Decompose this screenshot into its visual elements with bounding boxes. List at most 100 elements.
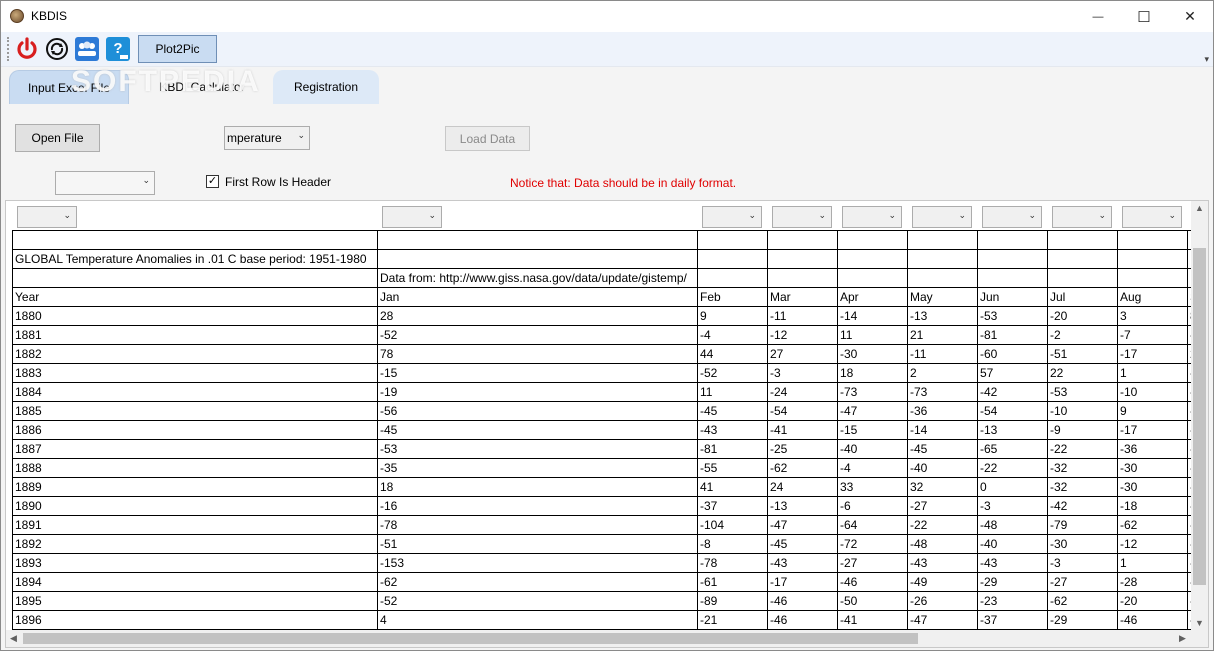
table-cell[interactable]: -55 bbox=[697, 458, 768, 478]
table-cell[interactable] bbox=[837, 268, 908, 288]
table-cell[interactable]: -30 bbox=[1117, 477, 1188, 497]
table-cell[interactable]: -3 bbox=[767, 363, 838, 383]
table-cell[interactable]: -20 bbox=[1117, 591, 1188, 611]
table-cell[interactable] bbox=[697, 249, 768, 269]
table-cell[interactable]: 44 bbox=[697, 344, 768, 364]
table-cell[interactable]: Year bbox=[12, 287, 378, 307]
table-cell[interactable]: -8 bbox=[697, 534, 768, 554]
toolbar-grip-icon[interactable] bbox=[7, 37, 11, 61]
table-cell[interactable]: 1887 bbox=[12, 439, 378, 459]
table-cell[interactable] bbox=[377, 230, 698, 250]
horizontal-scrollbar[interactable]: ◀ ▶ bbox=[6, 630, 1208, 647]
table-cell[interactable]: -17 bbox=[1117, 344, 1188, 364]
table-cell[interactable]: -46 bbox=[837, 572, 908, 592]
table-cell[interactable]: -2 bbox=[1047, 325, 1118, 345]
table-cell[interactable]: -14 bbox=[907, 420, 978, 440]
table-cell[interactable]: -19 bbox=[377, 382, 698, 402]
table-cell[interactable]: Feb bbox=[697, 287, 768, 307]
table-cell[interactable]: 18 bbox=[837, 363, 908, 383]
table-cell[interactable]: -18 bbox=[1117, 496, 1188, 516]
filter-select-year[interactable]: ⌄ bbox=[17, 206, 77, 228]
table-cell[interactable]: 11 bbox=[837, 325, 908, 345]
table-cell[interactable]: -47 bbox=[837, 401, 908, 421]
filter-select-may[interactable]: ⌄ bbox=[912, 206, 972, 228]
table-cell[interactable] bbox=[767, 230, 838, 250]
table-cell[interactable]: -62 bbox=[1047, 591, 1118, 611]
table-cell[interactable]: -15 bbox=[837, 420, 908, 440]
table-cell[interactable]: -30 bbox=[837, 344, 908, 364]
minimize-button[interactable]: — bbox=[1075, 1, 1121, 32]
table-cell[interactable]: -81 bbox=[697, 439, 768, 459]
table-cell[interactable]: 4 bbox=[377, 610, 698, 630]
table-cell[interactable]: 1884 bbox=[12, 382, 378, 402]
table-cell[interactable]: -3 bbox=[977, 496, 1048, 516]
table-cell[interactable]: Mar bbox=[767, 287, 838, 307]
close-button[interactable]: ✕ bbox=[1167, 1, 1213, 32]
table-cell[interactable]: 9 bbox=[1117, 401, 1188, 421]
table-cell[interactable]: -27 bbox=[907, 496, 978, 516]
table-cell[interactable]: -50 bbox=[837, 591, 908, 611]
table-cell[interactable]: -29 bbox=[1047, 610, 1118, 630]
table-cell[interactable]: 1883 bbox=[12, 363, 378, 383]
table-cell[interactable]: 1882 bbox=[12, 344, 378, 364]
table-cell[interactable] bbox=[767, 249, 838, 269]
table-cell[interactable]: -26 bbox=[907, 591, 978, 611]
table-cell[interactable]: -48 bbox=[907, 534, 978, 554]
table-cell[interactable]: 41 bbox=[697, 477, 768, 497]
table-cell[interactable] bbox=[12, 268, 378, 288]
table-cell[interactable]: -47 bbox=[767, 515, 838, 535]
table-cell[interactable]: 0 bbox=[977, 477, 1048, 497]
table-cell[interactable] bbox=[837, 249, 908, 269]
table-cell[interactable]: Jul bbox=[1047, 287, 1118, 307]
table-cell[interactable]: -42 bbox=[1047, 496, 1118, 516]
table-cell[interactable]: 57 bbox=[977, 363, 1048, 383]
table-cell[interactable]: 2 bbox=[907, 363, 978, 383]
open-file-button[interactable]: Open File bbox=[15, 124, 100, 152]
table-cell[interactable]: -10 bbox=[1117, 382, 1188, 402]
table-cell[interactable]: 33 bbox=[837, 477, 908, 497]
scroll-up-icon[interactable]: ▲ bbox=[1195, 203, 1204, 213]
table-cell[interactable]: 1890 bbox=[12, 496, 378, 516]
table-cell[interactable]: -56 bbox=[377, 401, 698, 421]
table-cell[interactable]: -89 bbox=[697, 591, 768, 611]
table-cell[interactable]: -53 bbox=[1047, 382, 1118, 402]
refresh-button[interactable] bbox=[44, 36, 70, 62]
table-cell[interactable]: -52 bbox=[377, 591, 698, 611]
table-cell[interactable]: -72 bbox=[837, 534, 908, 554]
table-cell[interactable] bbox=[977, 230, 1048, 250]
scroll-down-icon[interactable]: ▼ bbox=[1195, 618, 1204, 628]
table-cell[interactable]: -78 bbox=[697, 553, 768, 573]
table-cell[interactable]: 1880 bbox=[12, 306, 378, 326]
vertical-scroll-thumb[interactable] bbox=[1193, 248, 1206, 585]
table-cell[interactable]: 27 bbox=[767, 344, 838, 364]
table-cell[interactable]: -43 bbox=[907, 553, 978, 573]
table-cell[interactable]: -10 bbox=[1047, 401, 1118, 421]
maximize-button[interactable]: ☐ bbox=[1121, 1, 1167, 32]
table-cell[interactable]: -9 bbox=[1047, 420, 1118, 440]
table-cell[interactable]: 1894 bbox=[12, 572, 378, 592]
table-cell[interactable]: -20 bbox=[1047, 306, 1118, 326]
column-select[interactable]: mperature ⌄ bbox=[224, 126, 310, 150]
table-cell[interactable]: -14 bbox=[837, 306, 908, 326]
table-cell[interactable]: -32 bbox=[1047, 458, 1118, 478]
table-cell[interactable] bbox=[977, 268, 1048, 288]
table-cell[interactable]: -65 bbox=[977, 439, 1048, 459]
table-cell[interactable]: -13 bbox=[907, 306, 978, 326]
table-cell[interactable]: 32 bbox=[907, 477, 978, 497]
table-cell[interactable]: -32 bbox=[1047, 477, 1118, 497]
tab-registration[interactable]: Registration bbox=[273, 70, 379, 104]
table-cell[interactable]: -46 bbox=[767, 610, 838, 630]
table-cell[interactable]: -25 bbox=[767, 439, 838, 459]
table-cell[interactable]: -73 bbox=[837, 382, 908, 402]
plot2pic-button[interactable]: Plot2Pic bbox=[138, 35, 217, 63]
table-cell[interactable]: -62 bbox=[1117, 515, 1188, 535]
table-cell[interactable]: -27 bbox=[837, 553, 908, 573]
table-cell[interactable]: -13 bbox=[767, 496, 838, 516]
table-cell[interactable]: 1889 bbox=[12, 477, 378, 497]
filter-select-jan[interactable]: ⌄ bbox=[382, 206, 442, 228]
table-cell[interactable]: -17 bbox=[767, 572, 838, 592]
table-cell[interactable]: Jun bbox=[977, 287, 1048, 307]
filter-select-feb[interactable]: ⌄ bbox=[702, 206, 762, 228]
table-cell[interactable]: 11 bbox=[697, 382, 768, 402]
table-cell[interactable]: -79 bbox=[1047, 515, 1118, 535]
